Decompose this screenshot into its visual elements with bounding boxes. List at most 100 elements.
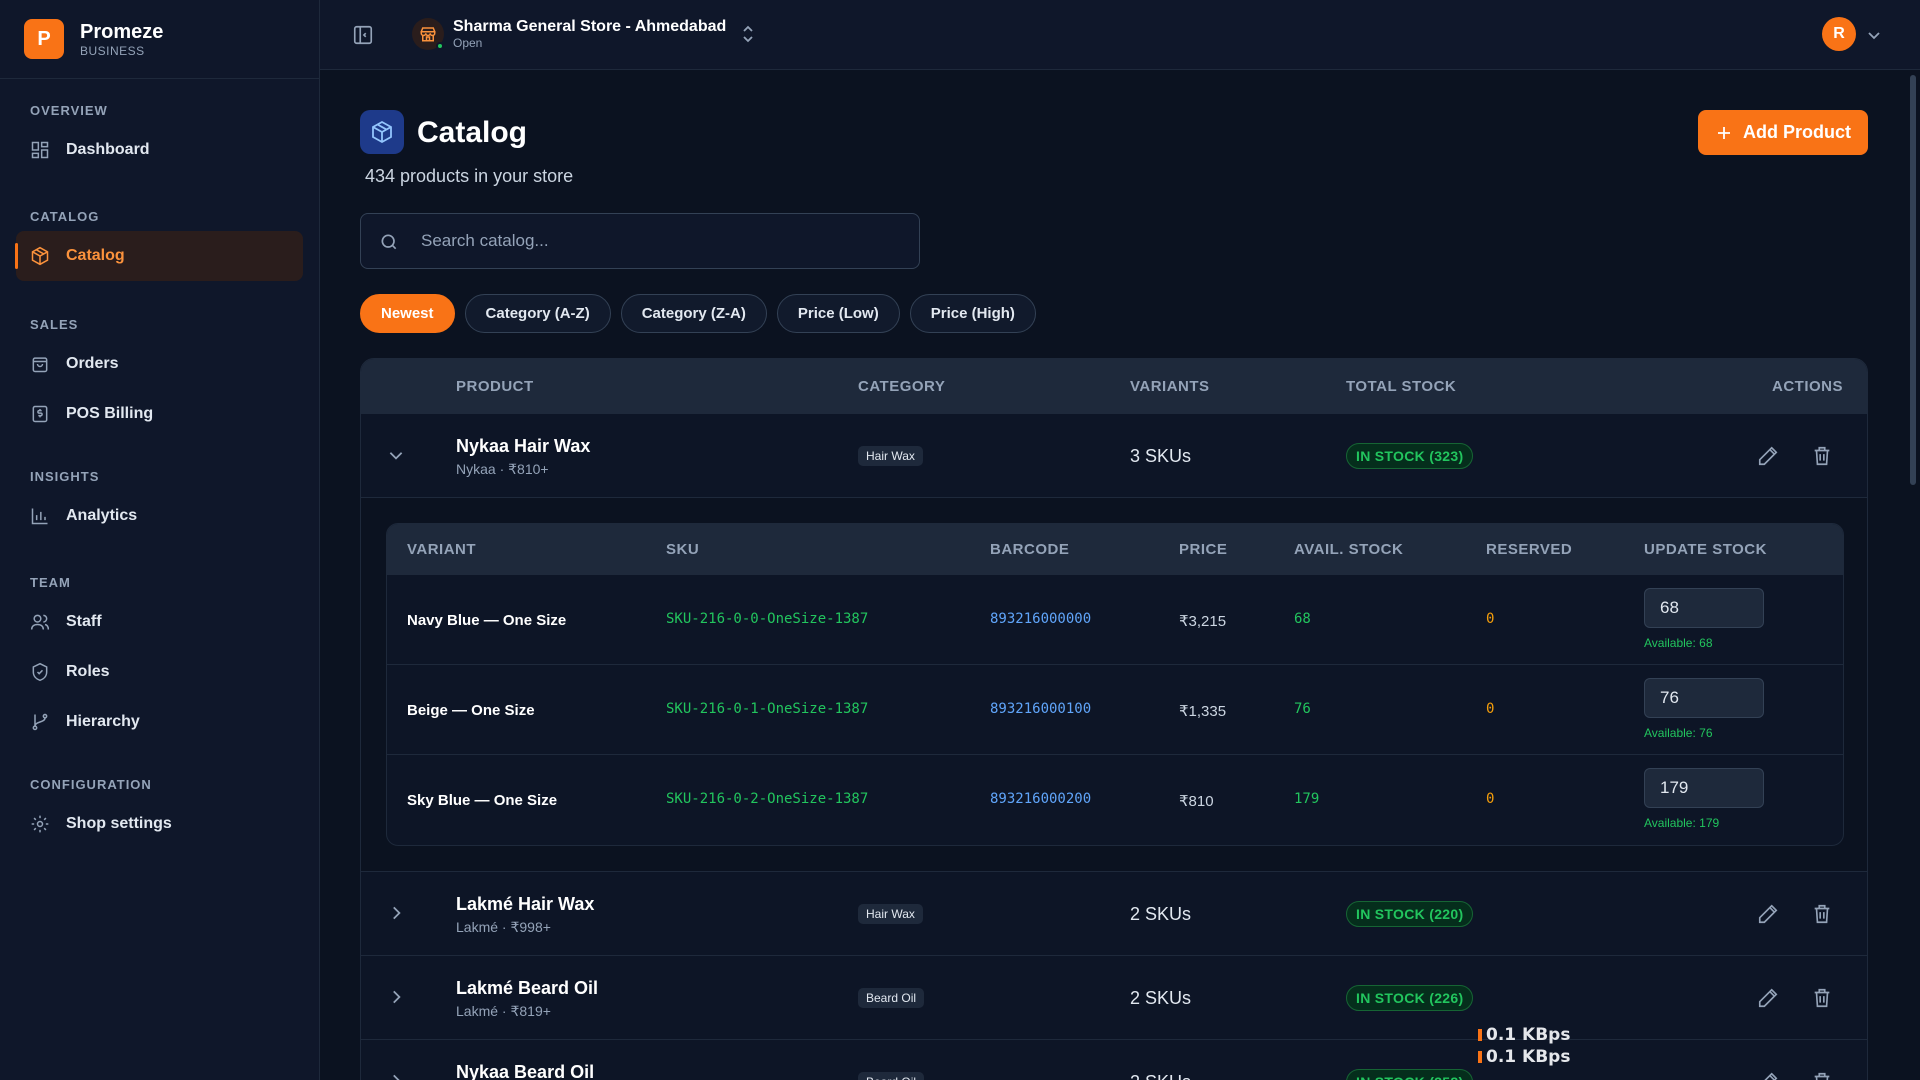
available-hint: Available: 68 bbox=[1644, 636, 1713, 650]
col-category[interactable]: CATEGORY bbox=[858, 378, 945, 395]
grid-icon bbox=[31, 141, 49, 159]
col-total-stock[interactable]: TOTAL STOCK bbox=[1346, 378, 1456, 395]
variant-price: ₹3,215 bbox=[1179, 613, 1227, 630]
variant-avail-stock: 179 bbox=[1294, 791, 1320, 807]
search-box bbox=[360, 213, 920, 269]
col-variant: VARIANT bbox=[407, 541, 477, 558]
chevron-right-icon[interactable] bbox=[387, 1072, 405, 1080]
variant-name: Sky Blue — One Size bbox=[407, 792, 558, 809]
variant-row: Navy Blue — One Size SKU-216-0-0-OneSize… bbox=[387, 575, 1843, 665]
pencil-icon[interactable] bbox=[1757, 445, 1779, 467]
trash-icon[interactable] bbox=[1811, 903, 1833, 925]
chart-icon bbox=[31, 508, 48, 525]
variant-count: 3 SKUs bbox=[1130, 446, 1192, 466]
user-avatar[interactable]: R bbox=[1822, 17, 1856, 51]
download-indicator-icon bbox=[1478, 1051, 1482, 1063]
store-icon bbox=[420, 27, 436, 42]
nav-section-overview: OVERVIEW bbox=[30, 103, 108, 118]
sidebar-item-catalog[interactable]: Catalog bbox=[15, 231, 303, 281]
category-badge: Beard Oil bbox=[858, 1072, 925, 1080]
variant-sku: SKU-216-0-2-OneSize-1387 bbox=[666, 791, 869, 807]
sidebar-item-label: Roles bbox=[66, 663, 110, 680]
brand-subtitle: BUSINESS bbox=[80, 44, 145, 58]
sidebar-item-shop-settings[interactable]: Shop settings bbox=[16, 799, 303, 849]
variant-reserved: 0 bbox=[1486, 611, 1495, 627]
brand-name: Promeze bbox=[80, 21, 164, 43]
sidebar-item-analytics[interactable]: Analytics bbox=[16, 491, 303, 541]
nav-section-insights: INSIGHTS bbox=[30, 469, 100, 484]
pencil-icon[interactable] bbox=[1757, 987, 1779, 1009]
table-row[interactable]: Nykaa Beard Oil Beard Oil 2 SKUs IN STOC… bbox=[361, 1040, 1867, 1080]
stock-badge: IN STOCK (226) bbox=[1346, 985, 1474, 1011]
chevron-right-icon[interactable] bbox=[387, 988, 405, 1006]
table-row[interactable]: Lakmé Beard Oil Lakmé · ₹819+ Beard Oil … bbox=[361, 956, 1867, 1040]
chevron-right-icon[interactable] bbox=[387, 904, 405, 922]
table-row[interactable]: Lakmé Hair Wax Lakmé · ₹998+ Hair Wax 2 … bbox=[361, 872, 1867, 956]
variant-price: ₹810 bbox=[1179, 793, 1214, 810]
brand[interactable]: P Promeze BUSINESS bbox=[0, 0, 319, 79]
sort-chips: Newest Category (A-Z) Category (Z-A) Pri… bbox=[360, 294, 1036, 333]
category-badge: Hair Wax bbox=[858, 904, 923, 924]
update-stock-input[interactable] bbox=[1644, 768, 1764, 808]
sidebar-item-label: Staff bbox=[66, 613, 102, 630]
sidebar-item-label: Shop settings bbox=[66, 815, 172, 832]
sort-chip-category-za[interactable]: Category (Z-A) bbox=[620, 294, 767, 333]
main-content: Catalog 434 products in your store Add P… bbox=[320, 70, 1920, 1080]
sidebar-item-roles[interactable]: Roles bbox=[16, 647, 303, 697]
sort-chip-price-high[interactable]: Price (High) bbox=[909, 294, 1036, 333]
pencil-icon[interactable] bbox=[1757, 1071, 1779, 1080]
col-product[interactable]: PRODUCT bbox=[456, 378, 534, 395]
upload-indicator-icon bbox=[1478, 1029, 1482, 1041]
col-actions: ACTIONS bbox=[1772, 378, 1843, 395]
sidebar-nav: OVERVIEW Dashboard CATALOG Catalog SALES… bbox=[0, 79, 319, 849]
plus-icon bbox=[1718, 126, 1730, 139]
update-stock-input[interactable] bbox=[1644, 678, 1764, 718]
sidebar-item-orders[interactable]: Orders bbox=[16, 339, 303, 389]
search-input[interactable] bbox=[421, 214, 909, 268]
sort-chip-price-low[interactable]: Price (Low) bbox=[776, 294, 900, 333]
status-dot bbox=[436, 42, 444, 50]
variant-barcode: 893216000100 bbox=[990, 701, 1092, 717]
col-update-stock: UPDATE STOCK bbox=[1644, 541, 1767, 558]
bag-icon bbox=[32, 357, 48, 373]
variant-barcode: 893216000000 bbox=[990, 611, 1092, 627]
stock-badge: IN STOCK (323) bbox=[1346, 443, 1474, 469]
col-variants[interactable]: VARIANTS bbox=[1130, 378, 1210, 395]
available-hint: Available: 76 bbox=[1644, 726, 1713, 740]
page-scrollbar[interactable] bbox=[1906, 70, 1920, 1080]
sort-chip-newest[interactable]: Newest bbox=[360, 294, 455, 333]
variant-avail-stock: 68 bbox=[1294, 611, 1311, 627]
search-icon bbox=[381, 234, 397, 250]
brand-logo: P bbox=[24, 19, 64, 59]
chevron-down-icon[interactable] bbox=[387, 446, 405, 464]
users-icon bbox=[30, 614, 50, 630]
sidebar-toggle-icon[interactable] bbox=[352, 24, 374, 46]
sidebar-item-label: Hierarchy bbox=[66, 713, 140, 730]
trash-icon[interactable] bbox=[1811, 445, 1833, 467]
add-product-button[interactable]: Add Product bbox=[1698, 110, 1868, 155]
variant-name: Navy Blue — One Size bbox=[407, 612, 567, 629]
sidebar-item-staff[interactable]: Staff bbox=[16, 597, 303, 647]
update-stock-input[interactable] bbox=[1644, 588, 1764, 628]
trash-icon[interactable] bbox=[1811, 987, 1833, 1009]
sidebar-item-dashboard[interactable]: Dashboard bbox=[16, 125, 303, 175]
category-badge: Beard Oil bbox=[858, 988, 925, 1008]
variant-reserved: 0 bbox=[1486, 701, 1495, 717]
variant-count: 2 SKUs bbox=[1130, 1072, 1191, 1080]
sort-chip-category-az[interactable]: Category (A-Z) bbox=[464, 294, 611, 333]
sidebar-item-pos-billing[interactable]: POS Billing bbox=[16, 389, 303, 439]
variant-barcode: 893216000200 bbox=[990, 791, 1092, 807]
sidebar-item-hierarchy[interactable]: Hierarchy bbox=[16, 697, 303, 747]
variant-sku: SKU-216-0-0-OneSize-1387 bbox=[666, 611, 869, 627]
store-name: Sharma General Store - Ahmedabad bbox=[453, 18, 727, 35]
page-subtitle: 434 products in your store bbox=[365, 166, 574, 186]
chevron-down-icon[interactable] bbox=[1866, 27, 1882, 43]
variant-price: ₹1,335 bbox=[1179, 703, 1227, 720]
store-switcher[interactable]: Sharma General Store - Ahmedabad Open bbox=[412, 18, 756, 50]
box-icon bbox=[31, 246, 49, 266]
pencil-icon[interactable] bbox=[1757, 903, 1779, 925]
trash-icon[interactable] bbox=[1811, 1071, 1833, 1080]
scrollbar-thumb[interactable] bbox=[1910, 75, 1916, 485]
variant-sku: SKU-216-0-1-OneSize-1387 bbox=[666, 701, 869, 717]
table-row[interactable]: Nykaa Hair Wax Nykaa · ₹810+ Hair Wax 3 … bbox=[361, 414, 1867, 498]
